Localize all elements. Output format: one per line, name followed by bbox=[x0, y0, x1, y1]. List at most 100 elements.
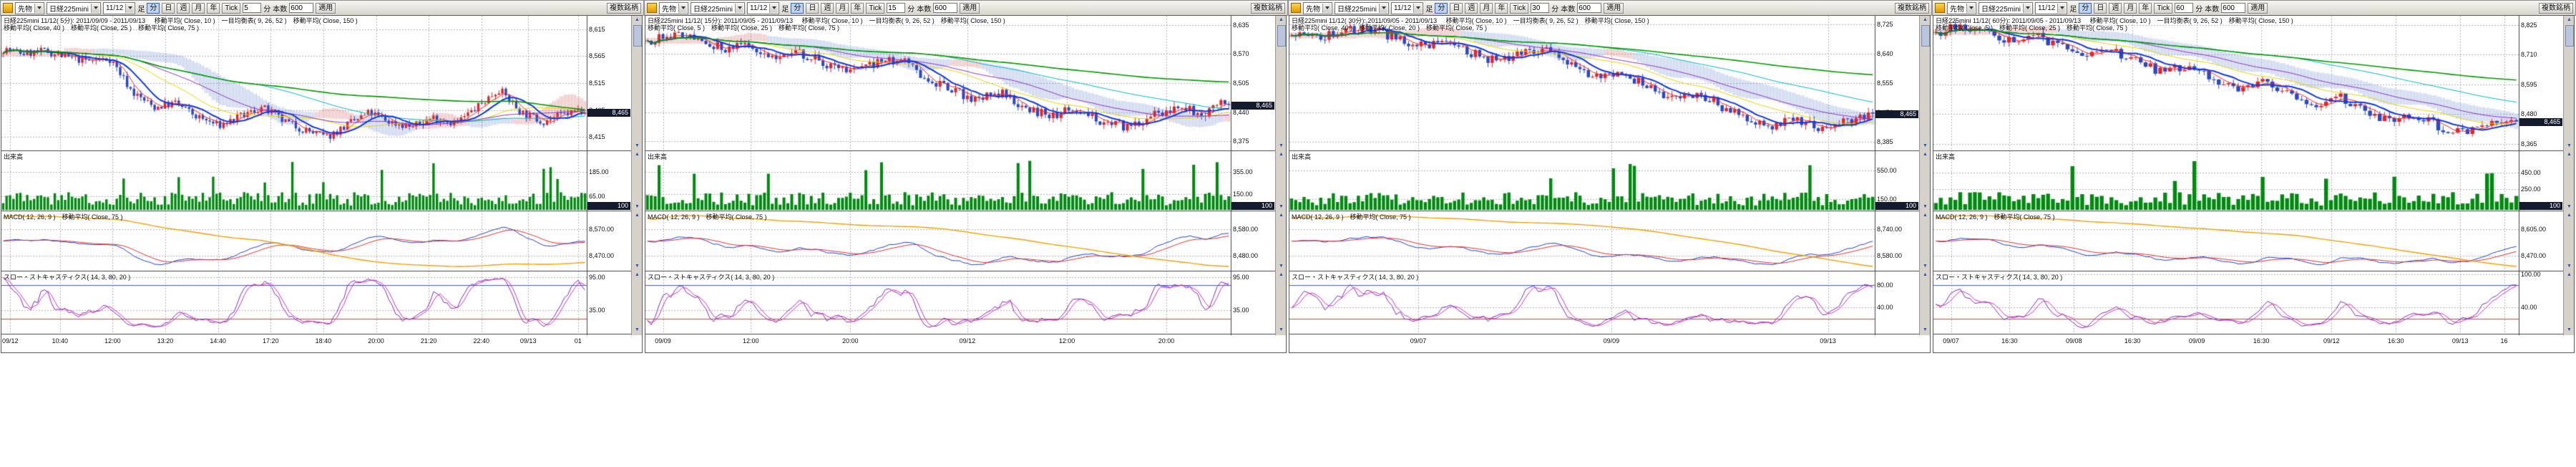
pane-resize-up-icon[interactable]: ▼ bbox=[1920, 143, 1931, 150]
scroll-down-icon[interactable]: ▼ bbox=[2564, 327, 2575, 334]
pane-resize-down-icon[interactable]: ▲ bbox=[1276, 271, 1287, 279]
apply-button[interactable]: 適用 bbox=[960, 3, 980, 14]
pane-resize-down-icon[interactable]: ▲ bbox=[1920, 151, 1931, 158]
pane-resize-up-icon[interactable]: ▼ bbox=[2564, 263, 2575, 270]
period-week-button[interactable]: 週 bbox=[1465, 3, 1478, 14]
pane-resize-up-icon[interactable]: ▼ bbox=[632, 203, 643, 211]
contract-month-select[interactable]: 11/12 bbox=[747, 2, 779, 14]
symbol-select[interactable]: 日経225mini bbox=[691, 2, 745, 14]
period-minute-button[interactable]: 分 bbox=[147, 3, 160, 14]
period-day-button[interactable]: 日 bbox=[1450, 3, 1463, 14]
period-week-button[interactable]: 週 bbox=[177, 3, 190, 14]
multi-symbol-button[interactable]: 複数銘柄 bbox=[607, 3, 641, 14]
period-tick-button[interactable]: Tick bbox=[2154, 3, 2172, 14]
pane-resize-up-icon[interactable]: ▼ bbox=[2564, 143, 2575, 150]
pane-resize-down-icon[interactable]: ▲ bbox=[1920, 271, 1931, 279]
contract-month-select[interactable]: 11/12 bbox=[103, 2, 135, 14]
apply-button[interactable]: 適用 bbox=[316, 3, 336, 14]
multi-symbol-button[interactable]: 複数銘柄 bbox=[1895, 3, 1929, 14]
pane-resize-down-icon[interactable]: ▲ bbox=[2564, 151, 2575, 158]
pane-resize-up-icon[interactable]: ▼ bbox=[632, 263, 643, 270]
minutes-input[interactable] bbox=[887, 3, 905, 13]
scroll-down-icon[interactable]: ▼ bbox=[1920, 327, 1931, 334]
bar-count-input[interactable] bbox=[1577, 3, 1601, 13]
pane-resize-down-icon[interactable]: ▲ bbox=[1276, 151, 1287, 158]
scrollbar-thumb[interactable] bbox=[1921, 25, 1930, 47]
pane-resize-up-icon[interactable]: ▼ bbox=[1276, 263, 1287, 270]
pane-resize-down-icon[interactable]: ▲ bbox=[632, 271, 643, 279]
period-minute-button[interactable]: 分 bbox=[791, 3, 804, 14]
period-tick-button[interactable]: Tick bbox=[866, 3, 884, 14]
period-minute-button[interactable]: 分 bbox=[1435, 3, 1448, 14]
vertical-scrollbar[interactable]: ▲▼▼▲▼▲▼▲ bbox=[1919, 16, 1931, 335]
pane-resize-up-icon[interactable]: ▼ bbox=[1276, 143, 1287, 150]
market-select[interactable]: 先物 bbox=[1303, 2, 1332, 14]
period-week-button[interactable]: 週 bbox=[821, 3, 834, 14]
pane-resize-down-icon[interactable]: ▲ bbox=[1276, 212, 1287, 219]
period-day-button[interactable]: 日 bbox=[162, 3, 175, 14]
scrollbar-thumb[interactable] bbox=[633, 25, 642, 47]
apply-button[interactable]: 適用 bbox=[1604, 3, 1624, 14]
period-day-button[interactable]: 日 bbox=[806, 3, 819, 14]
minutes-input[interactable] bbox=[2175, 3, 2193, 13]
period-month-button[interactable]: 月 bbox=[192, 3, 205, 14]
chart-area[interactable]: 日経225mini 11/12( 5分): 2011/09/09 - 2011/… bbox=[1, 15, 643, 353]
period-month-button[interactable]: 月 bbox=[836, 3, 849, 14]
multi-symbol-button[interactable]: 複数銘柄 bbox=[1251, 3, 1285, 14]
period-week-button[interactable]: 週 bbox=[2109, 3, 2122, 14]
symbol-select[interactable]: 日経225mini bbox=[47, 2, 101, 14]
scrollbar-thumb[interactable] bbox=[2565, 25, 2574, 47]
chart-canvas[interactable] bbox=[1933, 16, 2563, 335]
vertical-scrollbar[interactable]: ▲▼▼▲▼▲▼▲ bbox=[631, 16, 643, 335]
pane-resize-up-icon[interactable]: ▼ bbox=[1920, 263, 1931, 270]
pane-resize-up-icon[interactable]: ▼ bbox=[632, 143, 643, 150]
chart-area[interactable]: 日経225mini 11/12( 15分): 2011/09/05 - 2011… bbox=[645, 15, 1287, 353]
scroll-up-icon[interactable]: ▲ bbox=[632, 16, 643, 24]
scroll-down-icon[interactable]: ▼ bbox=[1276, 327, 1287, 334]
market-select[interactable]: 先物 bbox=[15, 2, 44, 14]
pane-resize-down-icon[interactable]: ▲ bbox=[2564, 212, 2575, 219]
period-day-button[interactable]: 日 bbox=[2094, 3, 2107, 14]
pane-resize-down-icon[interactable]: ▲ bbox=[2564, 271, 2575, 279]
market-select[interactable]: 先物 bbox=[1947, 2, 1976, 14]
contract-month-select[interactable]: 11/12 bbox=[2035, 2, 2067, 14]
bar-count-input[interactable] bbox=[289, 3, 313, 13]
scroll-up-icon[interactable]: ▲ bbox=[1276, 16, 1287, 24]
symbol-select[interactable]: 日経225mini bbox=[1979, 2, 2033, 14]
vertical-scrollbar[interactable]: ▲▼▼▲▼▲▼▲ bbox=[2563, 16, 2575, 335]
scroll-down-icon[interactable]: ▼ bbox=[632, 327, 643, 334]
period-month-button[interactable]: 月 bbox=[2124, 3, 2137, 14]
scroll-up-icon[interactable]: ▲ bbox=[1920, 16, 1931, 24]
minutes-input[interactable] bbox=[243, 3, 261, 13]
pane-resize-up-icon[interactable]: ▼ bbox=[1276, 203, 1287, 211]
bar-count-input[interactable] bbox=[933, 3, 957, 13]
pane-resize-up-icon[interactable]: ▼ bbox=[2564, 203, 2575, 211]
pane-resize-down-icon[interactable]: ▲ bbox=[632, 212, 643, 219]
period-minute-button[interactable]: 分 bbox=[2079, 3, 2092, 14]
apply-button[interactable]: 適用 bbox=[2248, 3, 2268, 14]
symbol-select[interactable]: 日経225mini bbox=[1335, 2, 1389, 14]
chart-canvas[interactable] bbox=[1, 16, 631, 335]
pane-resize-down-icon[interactable]: ▲ bbox=[1920, 212, 1931, 219]
chart-area[interactable]: 日経225mini 11/12( 30分): 2011/09/05 - 2011… bbox=[1289, 15, 1931, 353]
chart-canvas[interactable] bbox=[645, 16, 1275, 335]
period-year-button[interactable]: 年 bbox=[851, 3, 864, 14]
multi-symbol-button[interactable]: 複数銘柄 bbox=[2539, 3, 2573, 14]
bar-count-input[interactable] bbox=[2221, 3, 2245, 13]
pane-resize-up-icon[interactable]: ▼ bbox=[1920, 203, 1931, 211]
period-month-button[interactable]: 月 bbox=[1480, 3, 1493, 14]
period-tick-button[interactable]: Tick bbox=[222, 3, 240, 14]
chart-area[interactable]: 日経225mini 11/12( 60分): 2011/09/05 - 2011… bbox=[1933, 15, 2575, 353]
scrollbar-thumb[interactable] bbox=[1277, 25, 1286, 47]
period-tick-button[interactable]: Tick bbox=[1510, 3, 1528, 14]
market-select[interactable]: 先物 bbox=[659, 2, 688, 14]
contract-month-select[interactable]: 11/12 bbox=[1391, 2, 1423, 14]
pane-resize-down-icon[interactable]: ▲ bbox=[632, 151, 643, 158]
minutes-input[interactable] bbox=[1531, 3, 1549, 13]
period-year-button[interactable]: 年 bbox=[2139, 3, 2152, 14]
period-year-button[interactable]: 年 bbox=[1495, 3, 1508, 14]
chart-canvas[interactable] bbox=[1289, 16, 1919, 335]
period-year-button[interactable]: 年 bbox=[207, 3, 220, 14]
vertical-scrollbar[interactable]: ▲▼▼▲▼▲▼▲ bbox=[1275, 16, 1287, 335]
scroll-up-icon[interactable]: ▲ bbox=[2564, 16, 2575, 24]
